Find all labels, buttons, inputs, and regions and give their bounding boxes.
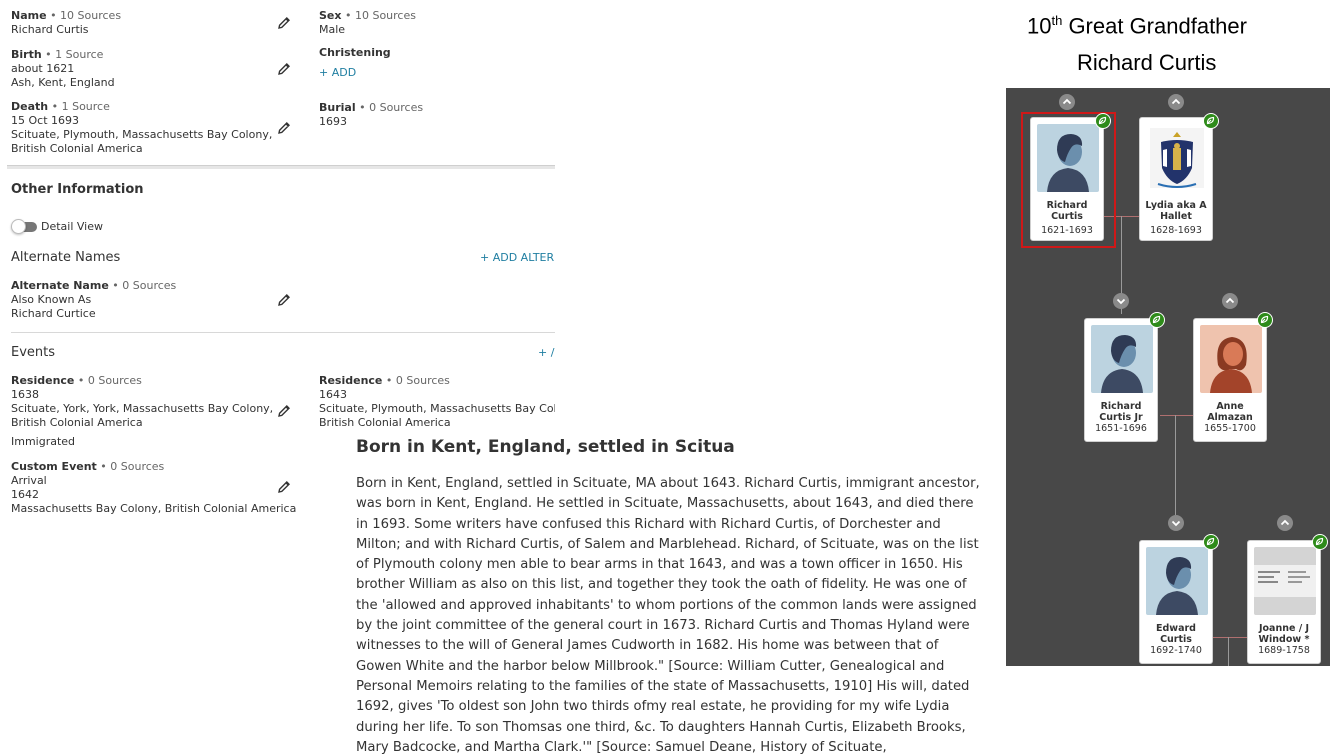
tree-title-relation: 10th Great Grandfather bbox=[1027, 13, 1247, 39]
male-silhouette-icon bbox=[1091, 325, 1153, 393]
burial-label: Burial • 0 Sources bbox=[319, 101, 424, 114]
events-divider bbox=[11, 332, 555, 333]
residence-1638-date: 1638 bbox=[11, 388, 39, 401]
document-thumbnail-icon bbox=[1254, 547, 1316, 615]
name-value: Richard Curtis bbox=[11, 23, 89, 36]
descent-line-3 bbox=[1228, 637, 1229, 666]
person-years: 1621-1693 bbox=[1041, 225, 1093, 236]
person-years: 1692-1740 bbox=[1150, 645, 1202, 656]
expand-up-chevron-icon[interactable] bbox=[1059, 94, 1075, 110]
edit-residence-1638-pencil-icon[interactable] bbox=[276, 403, 292, 419]
female-silhouette-icon bbox=[1200, 325, 1262, 393]
add-christening-button[interactable]: + ADD bbox=[319, 66, 356, 79]
edit-birth-pencil-icon[interactable] bbox=[276, 61, 292, 77]
person-name: Joanne / J Window * bbox=[1258, 623, 1310, 645]
residence-1643-date: 1643 bbox=[319, 388, 347, 401]
name-label: Name • 10 Sources bbox=[11, 9, 122, 22]
person-card-lydia-hallet[interactable]: Lydia aka A Hallet 1628-1693 bbox=[1139, 117, 1213, 241]
family-tree-view[interactable]: Richard Curtis 1621-1693 Lydia aka A Halle… bbox=[1006, 88, 1330, 666]
person-card-anne-almazan[interactable]: Anne Almazan 1655-1700 bbox=[1193, 318, 1267, 442]
birth-label: Birth • 1 Source bbox=[11, 48, 104, 61]
person-years: 1655-1700 bbox=[1204, 423, 1256, 434]
sex-label: Sex • 10 Sources bbox=[319, 9, 416, 22]
residence-1638-place2: British Colonial America bbox=[11, 416, 143, 429]
person-card-richard-curtis-jr[interactable]: Richard Curtis Jr 1651-1696 bbox=[1084, 318, 1158, 442]
residence-1643-place2: British Colonial America bbox=[319, 416, 451, 429]
tree-title-name: Richard Curtis bbox=[1077, 50, 1217, 75]
person-card-joanne-window[interactable]: Joanne / J Window * 1689-1758 bbox=[1247, 540, 1321, 664]
expand-up-chevron-icon[interactable] bbox=[1168, 94, 1184, 110]
massachusetts-seal-icon bbox=[1146, 124, 1208, 192]
christening-label: Christening bbox=[319, 46, 391, 59]
person-card-richard-curtis[interactable]: Richard Curtis 1621-1693 bbox=[1030, 117, 1104, 241]
hint-leaf-icon[interactable] bbox=[1203, 534, 1219, 550]
hint-leaf-icon[interactable] bbox=[1312, 534, 1328, 550]
death-place-line2: British Colonial America bbox=[11, 142, 143, 155]
edit-custom-event-pencil-icon[interactable] bbox=[276, 479, 292, 495]
person-name: Lydia aka A Hallet bbox=[1145, 200, 1207, 222]
residence-1638-place1: Scituate, York, York, Massachusetts Bay … bbox=[11, 402, 274, 415]
expand-up-chevron-icon[interactable] bbox=[1277, 515, 1293, 531]
collapse-down-chevron-icon[interactable] bbox=[1113, 293, 1129, 309]
story-title: Born in Kent, England, settled in Scitua bbox=[356, 437, 735, 457]
alternate-name-label: Alternate Name • 0 Sources bbox=[11, 279, 177, 292]
person-card-edward-curtis[interactable]: Edward Curtis 1692-1740 bbox=[1139, 540, 1213, 664]
custom-event-type: Arrival bbox=[11, 474, 47, 487]
person-name: Richard Curtis Jr bbox=[1099, 401, 1143, 423]
birth-place: Ash, Kent, England bbox=[11, 76, 115, 89]
person-name: Richard Curtis bbox=[1046, 200, 1088, 222]
male-silhouette-icon bbox=[1037, 124, 1099, 192]
alternate-name-value: Richard Curtice bbox=[11, 307, 96, 320]
custom-event-place: Massachusetts Bay Colony, British Coloni… bbox=[11, 502, 297, 515]
add-alternate-name-button[interactable]: + ADD ALTERN bbox=[480, 251, 555, 264]
death-label: Death • 1 Source bbox=[11, 100, 110, 113]
person-years: 1651-1696 bbox=[1095, 423, 1147, 434]
detail-view-toggle[interactable] bbox=[11, 219, 37, 234]
male-silhouette-icon bbox=[1146, 547, 1208, 615]
person-name: Edward Curtis bbox=[1156, 623, 1196, 645]
hint-leaf-icon[interactable] bbox=[1095, 113, 1111, 129]
story-text: Born in Kent, England, settled in Scitua… bbox=[356, 476, 980, 755]
alternate-name-type: Also Known As bbox=[11, 293, 92, 306]
hint-leaf-icon[interactable] bbox=[1257, 312, 1273, 328]
descent-line-2 bbox=[1175, 415, 1176, 515]
expand-up-chevron-icon[interactable] bbox=[1222, 293, 1238, 309]
residence-1643-place1: Scituate, Plymouth, Massachusetts Bay Co… bbox=[319, 402, 555, 415]
detail-view-label: Detail View bbox=[41, 220, 104, 233]
edit-name-pencil-icon[interactable] bbox=[276, 15, 292, 31]
sex-value: Male bbox=[319, 23, 346, 36]
death-date: 15 Oct 1693 bbox=[11, 114, 80, 127]
custom-event-date: 1642 bbox=[11, 488, 39, 501]
other-information-heading: Other Information bbox=[11, 182, 144, 197]
custom-event-label: Custom Event • 0 Sources bbox=[11, 460, 165, 473]
person-name: Anne Almazan bbox=[1207, 401, 1253, 423]
hint-leaf-icon[interactable] bbox=[1203, 113, 1219, 129]
toggle-knob bbox=[11, 219, 26, 234]
collapse-down-chevron-icon[interactable] bbox=[1168, 515, 1184, 531]
death-place-line1: Scituate, Plymouth, Massachusetts Bay Co… bbox=[11, 128, 273, 141]
edit-death-pencil-icon[interactable] bbox=[276, 120, 292, 136]
birth-date: about 1621 bbox=[11, 62, 75, 75]
section-divider bbox=[7, 165, 555, 169]
edit-alternate-name-pencil-icon[interactable] bbox=[276, 292, 292, 308]
add-event-button[interactable]: + / bbox=[538, 346, 555, 359]
events-heading: Events bbox=[11, 345, 56, 360]
alternate-names-heading: Alternate Names bbox=[11, 250, 121, 265]
burial-value: 1693 bbox=[319, 115, 347, 128]
residence-1638-note: Immigrated bbox=[11, 435, 76, 448]
person-years: 1628-1693 bbox=[1150, 225, 1202, 236]
residence-1638-label: Residence • 0 Sources bbox=[11, 374, 142, 387]
person-years: 1689-1758 bbox=[1258, 645, 1310, 656]
hint-leaf-icon[interactable] bbox=[1149, 312, 1165, 328]
residence-1643-label: Residence • 0 Sources bbox=[319, 374, 450, 387]
